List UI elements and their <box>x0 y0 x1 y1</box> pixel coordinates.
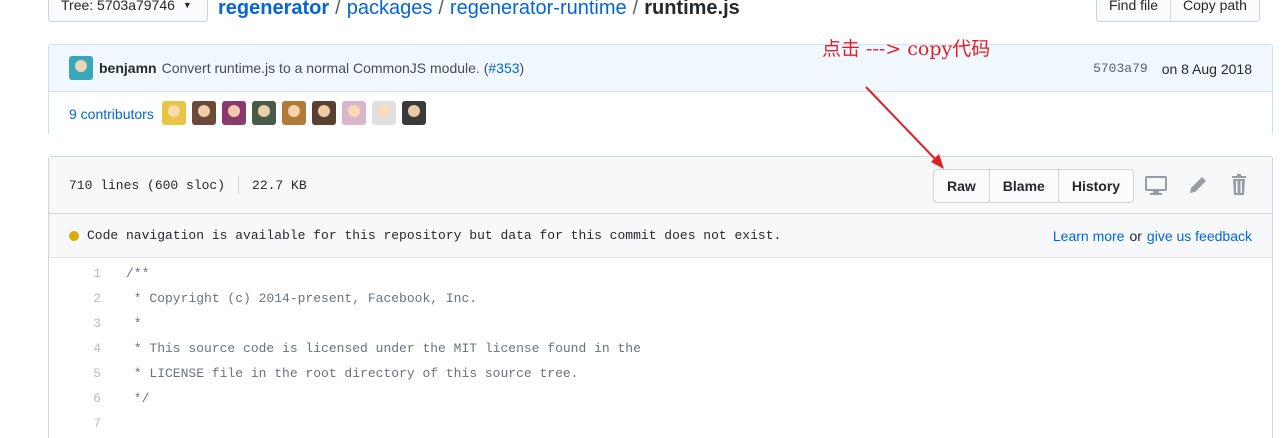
annotation-arrow-icon <box>865 86 944 169</box>
